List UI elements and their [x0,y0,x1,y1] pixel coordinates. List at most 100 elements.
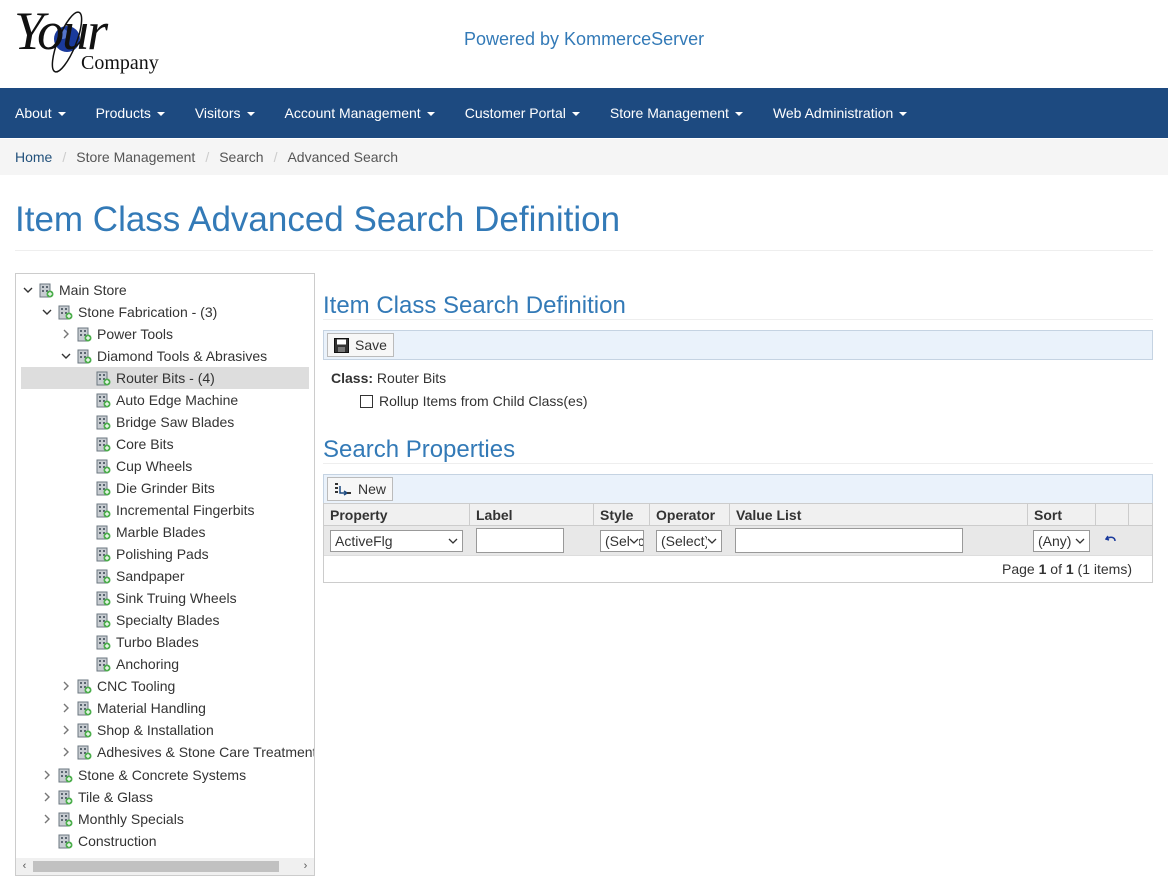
chevron-right-icon[interactable] [59,697,73,719]
category-folder-icon [95,546,111,562]
category-folder-icon [95,656,111,672]
tree-item[interactable]: Material Handling [21,697,311,719]
breadcrumb-separator: / [205,149,210,165]
chevron-right-icon[interactable] [59,675,73,697]
caret-down-icon [246,112,255,117]
tree-item[interactable]: Incremental Fingerbits [21,499,311,521]
category-folder-icon [76,326,92,342]
breadcrumb-store-management: Store Management [76,149,196,165]
tree-item[interactable]: Monthly Specials [21,808,311,830]
column-header-operator[interactable]: Operator [650,504,730,526]
tree-item-label: Turbo Blades [116,634,199,650]
value-list-input[interactable] [735,528,963,553]
pager-current-page: 1 [1038,561,1047,577]
category-folder-icon [95,414,111,430]
scroll-right-icon[interactable]: › [297,858,314,875]
category-folder-icon [95,524,111,540]
tree-item[interactable]: Turbo Blades [21,631,311,653]
chevron-right-icon[interactable] [59,719,73,741]
category-tree: ‹ › Main Store Stone Fabrication - (3) Pow… [15,273,315,876]
rollup-option[interactable]: Rollup Items from Child Class(es) [360,393,588,409]
chevron-down-icon[interactable] [40,301,54,323]
caret-down-icon [734,112,743,117]
scroll-left-icon[interactable]: ‹ [16,858,33,875]
nav-web-administration-label: Web Administration [772,105,894,121]
scrollbar-thumb[interactable] [33,861,279,872]
nav-store-management[interactable]: Store Management [595,88,758,138]
tree-item[interactable]: Main Store [21,279,311,301]
property-select[interactable]: ActiveFlg [330,530,463,552]
tree-item[interactable]: Specialty Blades [21,609,311,631]
column-header-style[interactable]: Style [594,504,650,526]
property-select-value: ActiveFlg [335,533,393,549]
tree-item[interactable]: Diamond Tools & Abrasives [21,345,311,367]
chevron-right-icon[interactable] [59,323,73,345]
category-folder-icon [38,282,54,298]
column-header-property[interactable]: Property [324,504,470,526]
tree-item-label: Shop & Installation [97,722,214,738]
tree-item[interactable]: Power Tools [21,323,311,345]
nav-products[interactable]: Products [81,88,180,138]
tree-item[interactable]: Cup Wheels [21,455,311,477]
tree-item[interactable]: Bridge Saw Blades [21,411,311,433]
tree-item[interactable]: Core Bits [21,433,311,455]
tree-item-label: Construction [78,833,157,849]
grid-pager: Page 1 of 1 (1 items) [1002,561,1132,577]
new-property-button[interactable]: New [327,477,394,501]
tree-item[interactable]: Sandpaper [21,565,311,587]
operator-select[interactable]: (Select) [656,530,722,552]
chevron-right-icon[interactable] [40,764,54,786]
category-folder-icon [76,700,92,716]
powered-by-text: Powered by KommerceServer [464,29,705,49]
category-folder-icon [95,370,111,386]
nav-customer-portal[interactable]: Customer Portal [450,88,595,138]
tree-item[interactable]: Stone & Concrete Systems [21,764,311,786]
category-folder-icon [95,480,111,496]
tree-item[interactable]: Tile & Glass [21,786,311,808]
properties-toolbar: New [323,474,1153,504]
breadcrumb-separator: / [62,149,67,165]
tree-item-label: Auto Edge Machine [116,392,239,408]
category-folder-icon [95,568,111,584]
tree-item[interactable]: Auto Edge Machine [21,389,311,411]
rollup-checkbox[interactable] [360,394,373,408]
chevron-right-icon[interactable] [59,741,73,763]
chevron-down-icon[interactable] [59,345,73,367]
company-logo[interactable]: Your Company [12,1,172,80]
chevron-down-icon[interactable] [21,279,35,301]
category-folder-icon [57,833,73,849]
save-button-label: Save [355,337,387,353]
undo-icon[interactable] [1105,534,1117,544]
chevron-down-icon [629,531,639,551]
tree-item[interactable]: Router Bits - (4) [21,367,309,389]
column-header-value-list[interactable]: Value List [730,504,1028,526]
tree-item[interactable]: Construction [21,830,311,852]
nav-account-management[interactable]: Account Management [270,88,450,138]
nav-visitors[interactable]: Visitors [180,88,270,138]
nav-about[interactable]: About [0,88,81,138]
tree-item[interactable]: Polishing Pads [21,543,311,565]
new-button-label: New [358,481,387,497]
page-title: Item Class Advanced Search Definition [15,200,621,239]
column-header-label[interactable]: Label [470,504,594,526]
tree-item[interactable]: CNC Tooling [21,675,311,697]
tree-horizontal-scrollbar[interactable]: ‹ › [16,858,314,875]
tree-item[interactable]: Stone Fabrication - (3) [21,301,311,323]
chevron-right-icon[interactable] [40,808,54,830]
tree-item[interactable]: Die Grinder Bits [21,477,311,499]
nav-web-administration[interactable]: Web Administration [758,88,922,138]
breadcrumb-home[interactable]: Home [15,149,52,165]
tree-item[interactable]: Anchoring [21,653,311,675]
style-select[interactable]: (Select) [600,530,644,552]
tree-item[interactable]: Sink Truing Wheels [21,587,311,609]
chevron-right-icon[interactable] [40,786,54,808]
save-button[interactable]: Save [327,333,394,357]
column-header-sort[interactable]: Sort [1028,504,1096,526]
label-input[interactable] [476,528,564,553]
sort-select[interactable]: (Any) [1033,530,1090,552]
tree-item[interactable]: Shop & Installation [21,719,311,741]
caret-down-icon [899,112,908,117]
tree-item[interactable]: Marble Blades [21,521,311,543]
tree-item[interactable]: Adhesives & Stone Care Treatments [21,741,314,763]
category-folder-icon [57,789,73,805]
